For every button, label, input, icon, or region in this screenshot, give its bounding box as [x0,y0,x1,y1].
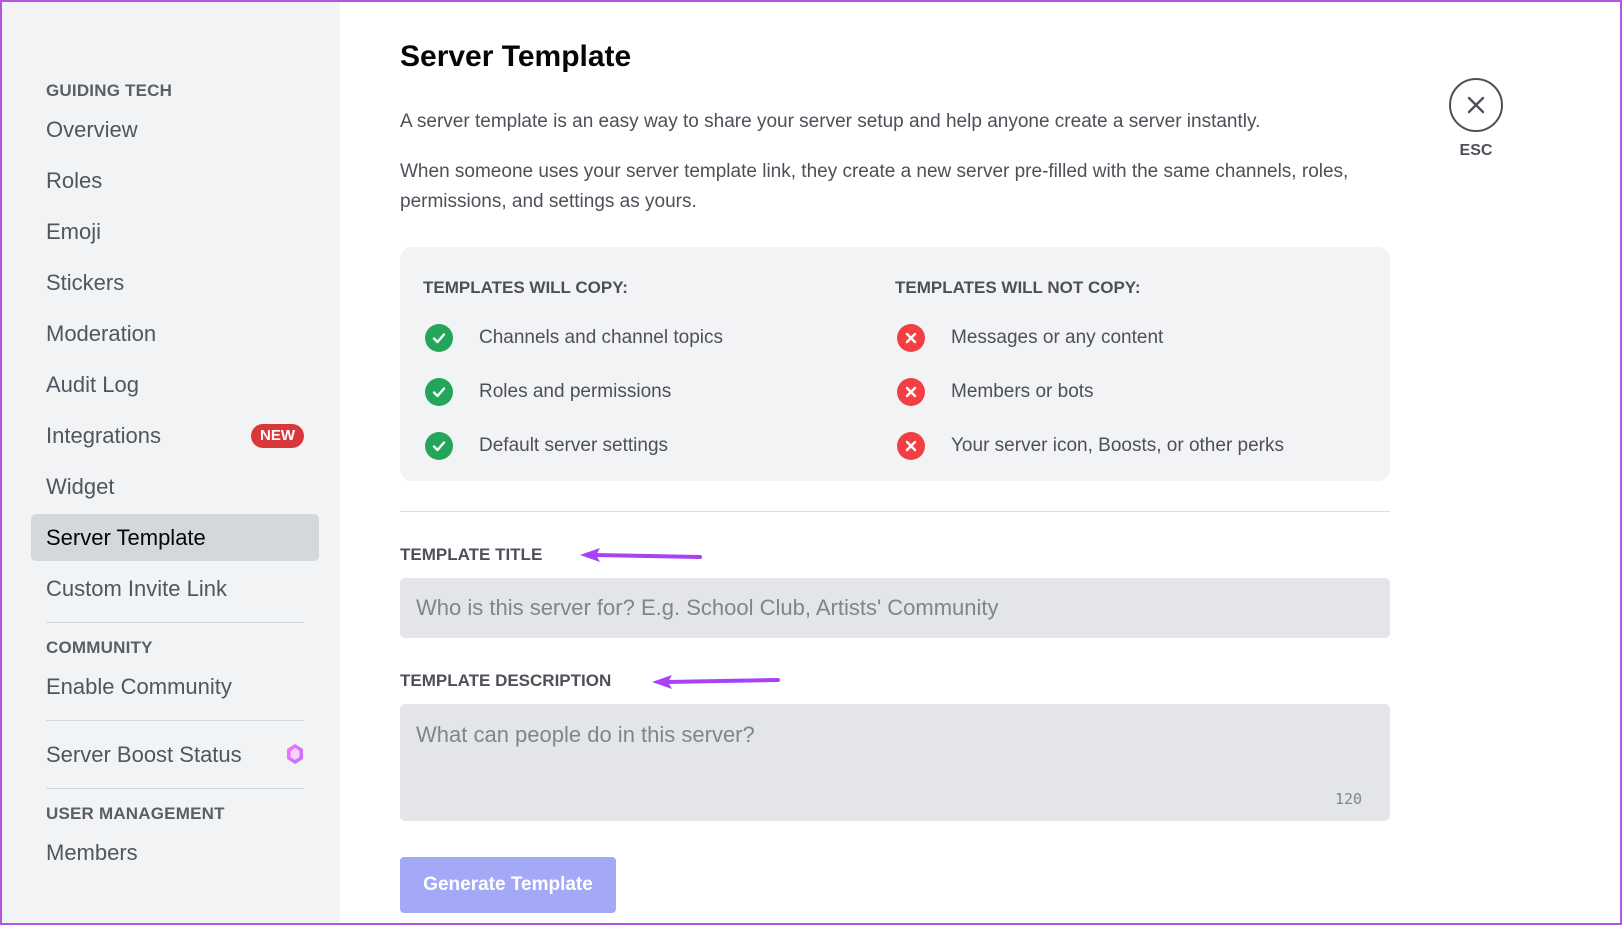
sidebar-item-server-boost-status[interactable]: Server Boost Status [31,731,319,778]
check-circle-icon [425,324,453,352]
list-item-text: Your server icon, Boosts, or other perks [951,435,1285,456]
sidebar-item-moderation[interactable]: Moderation [31,310,319,357]
sidebar-item-audit-log[interactable]: Audit Log [31,361,319,408]
sidebar-item-roles[interactable]: Roles [31,157,319,204]
server-template-page: Server Template A server template is an … [400,0,1400,925]
sidebar-item-server-template[interactable]: Server Template [31,514,319,561]
sidebar-item-label: Enable Community [46,674,232,699]
list-item: Messages or any content [895,311,1284,365]
page-description-detail: When someone uses your server template l… [400,161,1349,212]
settings-sidebar: GUIDING TECH Overview Roles Emoji Sticke… [0,0,340,925]
template-info-box: TEMPLATES WILL COPY: Channels and channe… [400,247,1390,481]
will-copy-list: TEMPLATES WILL COPY: Channels and channe… [423,273,723,473]
sidebar-divider [46,622,304,623]
sidebar-item-emoji[interactable]: Emoji [31,208,319,255]
template-title-input[interactable] [400,578,1390,638]
sidebar-section-header-user-management: USER MANAGEMENT [46,804,225,823]
sidebar-divider [46,788,304,789]
sidebar-item-label: Widget [46,474,115,499]
template-description-label: TEMPLATE DESCRIPTION [400,671,612,690]
list-item: Members or bots [895,365,1284,419]
sidebar-item-members[interactable]: Members [31,829,319,876]
check-circle-icon [425,378,453,406]
x-circle-icon [897,378,925,406]
annotation-arrow-icon [580,548,702,562]
close-icon [1467,96,1485,114]
will-not-copy-list: TEMPLATES WILL NOT COPY: Messages or any… [895,273,1284,473]
sidebar-section-header-guiding-tech: GUIDING TECH [46,81,173,100]
character-counter: 120 [1335,790,1363,808]
list-item-text: Channels and channel topics [479,327,724,348]
list-item-text: Roles and permissions [479,381,672,402]
page-title: Server Template [400,40,632,73]
sidebar-divider [46,720,304,721]
sidebar-item-enable-community[interactable]: Enable Community [31,663,319,710]
new-badge: NEW [251,424,304,448]
will-not-copy-header: TEMPLATES WILL NOT COPY: [895,278,1141,297]
section-divider [400,511,1390,512]
sidebar-item-label: Integrations [46,423,161,448]
sidebar-item-label: Server Boost Status [46,742,242,767]
list-item: Roles and permissions [423,365,723,419]
sidebar-item-label: Audit Log [46,372,139,397]
list-item: Channels and channel topics [423,311,723,365]
list-item-text: Default server settings [479,435,669,456]
list-item: Default server settings [423,419,723,473]
sidebar-item-label: Overview [46,117,138,142]
sidebar-item-label: Emoji [46,219,102,244]
sidebar-item-integrations[interactable]: Integrations NEW [31,412,319,459]
sidebar-item-label: Members [46,840,138,865]
esc-label: ESC [1459,142,1493,159]
sidebar-item-label: Stickers [46,270,125,295]
x-circle-icon [897,324,925,352]
check-circle-icon [425,432,453,460]
x-circle-icon [897,432,925,460]
page-description: A server template is an easy way to shar… [400,111,1261,132]
list-item-text: Messages or any content [951,327,1164,348]
sidebar-item-label: Moderation [46,321,157,346]
template-description-textarea[interactable] [400,704,1390,821]
sidebar-item-widget[interactable]: Widget [31,463,319,510]
will-copy-header: TEMPLATES WILL COPY: [423,278,628,297]
sidebar-item-label: Custom Invite Link [46,576,227,601]
sidebar-section-header-community: COMMUNITY [46,638,153,657]
generate-template-button[interactable]: Generate Template [400,857,616,913]
close-control: ESC [1448,78,1504,160]
annotation-arrow-icon [652,675,780,689]
list-item-text: Members or bots [951,381,1094,402]
sidebar-item-stickers[interactable]: Stickers [31,259,319,306]
sidebar-item-custom-invite-link[interactable]: Custom Invite Link [31,565,319,612]
sidebar-nav: GUIDING TECH Overview Roles Emoji Sticke… [31,70,319,880]
sidebar-item-label: Roles [46,168,103,193]
template-title-label: TEMPLATE TITLE [400,545,543,564]
boost-gem-icon [287,744,303,764]
sidebar-item-overview[interactable]: Overview [31,106,319,153]
sidebar-item-label: Server Template [46,525,206,550]
close-button[interactable] [1449,78,1503,132]
list-item: Your server icon, Boosts, or other perks [895,419,1284,473]
